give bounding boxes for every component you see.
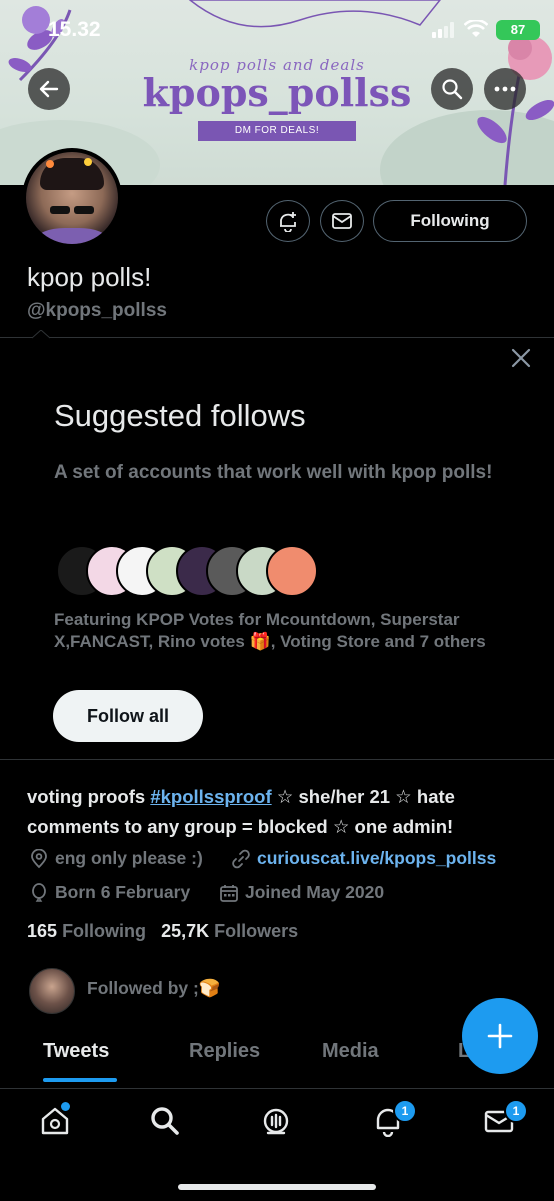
followed-by-text: Followed by ;🍞 [87,978,221,998]
more-icon [494,86,516,92]
birthday-text: Born 6 February [55,882,191,902]
new-content-dot [61,1102,70,1111]
suggested-avatar [266,545,318,597]
followers-count: 25,7K [161,921,210,941]
followers-count-link[interactable]: 25,7K Followers [161,921,298,941]
calendar-icon [220,884,238,902]
nav-home[interactable] [39,1102,71,1137]
bio-text: voting proofs [27,786,151,807]
avatar-image [26,152,118,244]
arrow-left-icon [39,80,59,98]
search-icon [151,1107,179,1135]
plus-icon [487,1023,513,1049]
message-button[interactable] [320,200,364,242]
nav-messages[interactable]: 1 [483,1099,528,1137]
messages-badge: 1 [504,1099,528,1123]
cellular-signal-icon [432,22,454,38]
followers-label: Followers [214,921,299,941]
location-text: eng only please :) [55,848,203,868]
suggested-featuring-text: Featuring KPOP Votes for Mcountdown, Sup… [54,610,486,651]
bell-plus-icon [280,212,296,232]
tab-replies[interactable]: Replies [189,1040,260,1063]
status-bar: 15.32 87 [0,0,554,60]
back-button[interactable] [28,68,70,110]
bio-hashtag-link[interactable]: #kpollssproof [150,786,271,807]
banner-dm-label: DM FOR DEALS! [198,121,356,141]
wifi-icon [464,20,488,37]
follow-all-button[interactable]: Follow all [53,690,203,742]
battery-indicator: 87 [496,20,540,40]
active-tab-indicator [43,1078,117,1082]
spaces-icon [263,1108,289,1135]
following-label: Following [62,921,147,941]
divider [0,337,554,338]
profile-birthday: Born 6 February [29,882,190,903]
profile-bio: voting proofs #kpollssproof ☆ she/her 21… [27,782,537,842]
joined-text: Joined May 2020 [245,882,385,902]
more-options-button[interactable] [484,68,526,110]
search-icon [442,79,463,100]
divider [0,759,554,760]
notifications-badge: 1 [393,1099,417,1123]
suggested-follows-title: Suggested follows [54,398,306,433]
search-button[interactable] [431,68,473,110]
profile-handle: @kpops_pollss [27,300,167,321]
envelope-icon [332,213,352,229]
profile-joined: Joined May 2020 [219,882,384,903]
nav-search[interactable] [149,1105,181,1137]
website-link[interactable]: curiouscat.live/kpops_pollss [257,848,496,869]
home-indicator [178,1184,376,1190]
following-count: 165 [27,921,58,941]
balloon-icon [32,882,46,902]
nav-spaces[interactable] [260,1105,292,1137]
following-button[interactable]: Following [373,200,527,242]
avatar [29,968,75,1014]
tab-tweets[interactable]: Tweets [43,1040,109,1063]
followed-by[interactable]: Followed by ;🍞 [29,968,221,1014]
profile-location: eng only please :) [29,848,203,869]
close-icon[interactable] [508,345,534,371]
compose-tweet-button[interactable] [462,998,538,1074]
location-pin-icon [31,848,47,868]
display-name: kpop polls! [27,262,152,292]
link-icon [232,849,250,868]
status-time: 15.32 [48,18,101,41]
tab-media[interactable]: Media [322,1040,379,1063]
profile-website[interactable]: curiouscat.live/kpops_pollss [231,848,496,869]
caret-pointer [32,330,50,339]
profile-avatar[interactable] [22,148,122,248]
follow-counts: 165 Following 25,7K Followers [27,921,298,942]
following-count-link[interactable]: 165 Following [27,921,146,941]
notify-bell-button[interactable] [266,200,310,242]
nav-notifications[interactable]: 1 [372,1099,417,1138]
suggested-follows-description: A set of accounts that work well with kp… [54,462,493,483]
